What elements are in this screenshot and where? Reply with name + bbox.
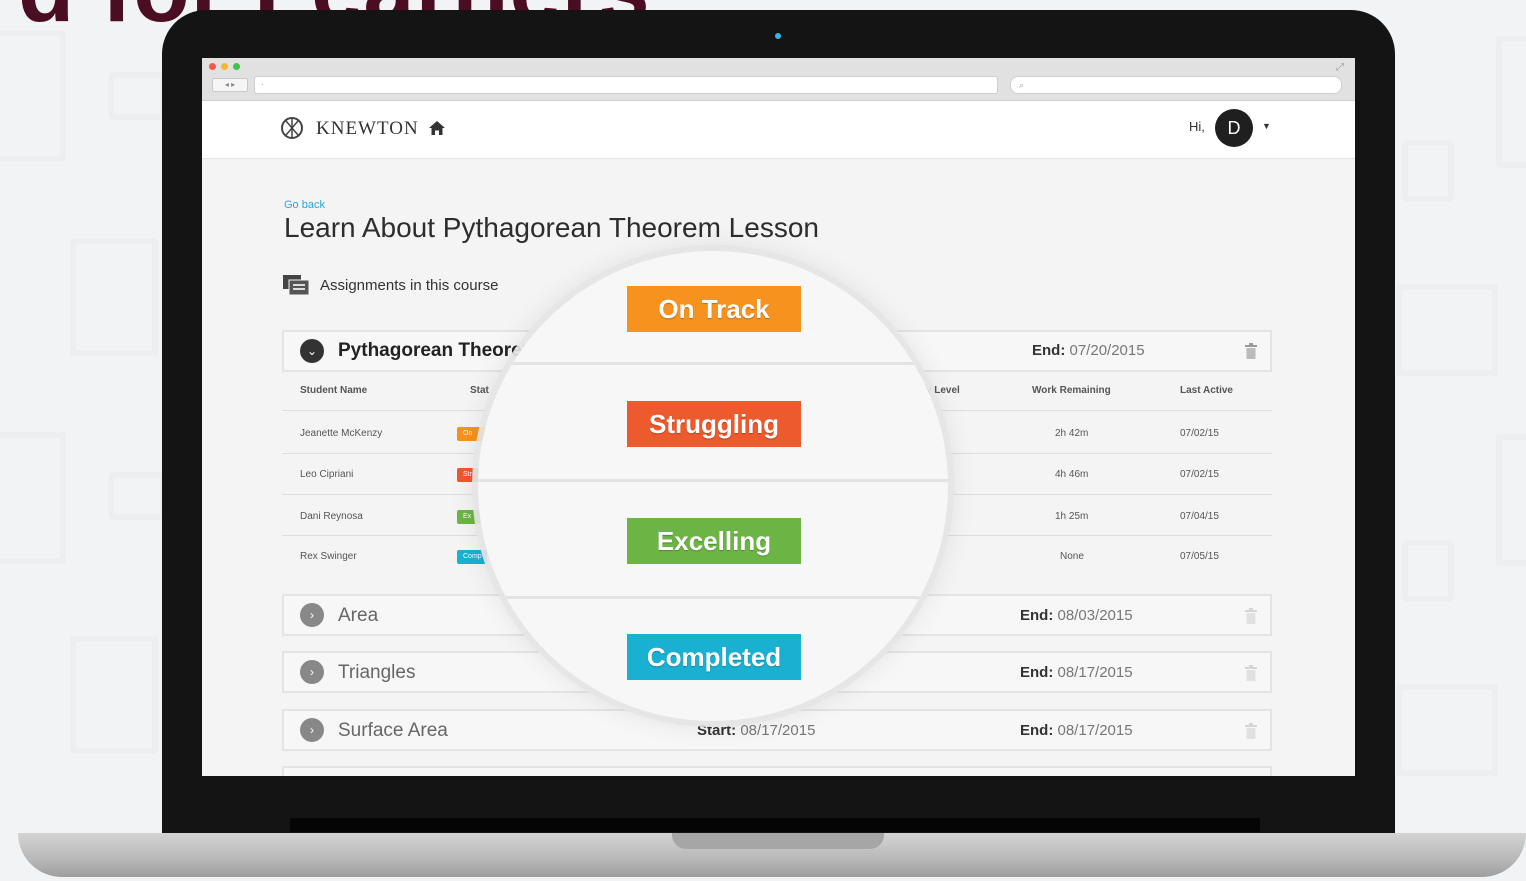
assignment-panel[interactable]: › Surface Area Start: 08/17/2015 End: 08…: [282, 709, 1272, 751]
end-label: End:: [1020, 664, 1054, 681]
divider: [478, 362, 948, 365]
chevron-down-icon[interactable]: ⌄: [300, 339, 324, 363]
column-header-last-active[interactable]: Last Active: [1180, 385, 1233, 396]
back-forward-buttons[interactable]: ◂ ▸: [212, 78, 248, 92]
divider: [478, 596, 948, 599]
last-active: 07/04/15: [1180, 511, 1219, 522]
folder-icon: [283, 275, 310, 296]
chevron-right-icon[interactable]: ›: [300, 603, 324, 627]
background-tile: [70, 636, 158, 754]
end-date: 07/20/2015: [1069, 342, 1145, 359]
chevron-down-icon[interactable]: ▼: [1262, 121, 1271, 131]
column-header-work-remaining[interactable]: Work Remaining: [1032, 385, 1111, 396]
trash-icon[interactable]: [1244, 343, 1258, 359]
column-header-student-name[interactable]: Student Name: [300, 385, 367, 396]
minimize-window-button[interactable]: [221, 63, 228, 70]
browser-search-bar[interactable]: ⌕: [1010, 76, 1342, 94]
assignment-end-date: End: 07/20/2015: [1032, 342, 1145, 359]
end-label: End:: [1020, 722, 1054, 739]
background-tile: [0, 30, 66, 162]
status-badge-struggling: Struggling: [627, 401, 801, 447]
status-badge-excelling: Excelling: [627, 518, 801, 564]
status-badge-on-track: On Track: [627, 286, 801, 332]
background-tile: [1402, 140, 1454, 202]
status-badge-completed: Completed: [627, 634, 801, 680]
user-greeting: Hi,: [1189, 119, 1205, 134]
student-name: Dani Reynosa: [300, 511, 363, 522]
status-magnifier: On Track Struggling Excelling Completed: [478, 251, 948, 721]
student-name: Rex Swinger: [300, 551, 357, 562]
work-remaining: None: [1060, 551, 1084, 562]
url-text: ·: [261, 79, 265, 90]
start-label: Start:: [697, 722, 737, 739]
background-tile: [108, 72, 166, 120]
start-date: 08/17/2015: [740, 722, 816, 739]
assignment-end-date: End: 08/17/2015: [1020, 664, 1133, 681]
assignment-title[interactable]: Area: [338, 605, 378, 627]
go-back-link[interactable]: Go back: [284, 199, 325, 211]
trash-icon[interactable]: [1244, 665, 1258, 681]
fullscreen-icon[interactable]: ⤢: [1336, 62, 1344, 73]
background-tile: [1396, 284, 1498, 376]
app-header: KNEWTON Hi, D ▼: [202, 101, 1355, 159]
laptop-hinge: [290, 818, 1260, 832]
maximize-window-button[interactable]: [233, 63, 240, 70]
search-icon: ⌕: [1019, 80, 1025, 90]
status-badge: Comp: [457, 550, 487, 564]
last-active: 07/02/15: [1180, 469, 1219, 480]
knewton-logo-icon: [281, 117, 303, 139]
assignment-panel[interactable]: [282, 766, 1272, 776]
work-remaining: 4h 46m: [1055, 469, 1089, 480]
background-tile: [0, 432, 66, 564]
assignment-title[interactable]: Surface Area: [338, 720, 448, 742]
assignments-label: Assignments in this course: [320, 277, 499, 294]
laptop-notch: [672, 833, 884, 849]
trash-icon[interactable]: [1244, 608, 1258, 624]
background-tile: [70, 238, 158, 356]
background-tile: [1396, 684, 1498, 776]
trash-icon[interactable]: [1244, 723, 1258, 739]
end-date: 08/03/2015: [1057, 607, 1133, 624]
logo-text[interactable]: KNEWTON: [316, 118, 419, 140]
end-label: End:: [1020, 607, 1054, 624]
home-icon[interactable]: [428, 119, 446, 137]
background-tile: [1496, 434, 1526, 566]
last-active: 07/02/15: [1180, 428, 1219, 439]
camera-icon: [775, 33, 781, 39]
end-label: End:: [1032, 342, 1066, 359]
student-name: Jeanette McKenzy: [300, 428, 383, 439]
chevron-right-icon[interactable]: ›: [300, 718, 324, 742]
lesson-title: Learn About Pythagorean Theorem Lesson: [284, 212, 819, 243]
assignment-title[interactable]: Triangles: [338, 662, 415, 684]
work-remaining: 2h 42m: [1055, 428, 1089, 439]
end-date: 08/17/2015: [1057, 722, 1133, 739]
divider: [478, 479, 948, 482]
last-active: 07/05/15: [1180, 551, 1219, 562]
assignment-title[interactable]: Pythagorean Theorem: [338, 340, 539, 362]
url-bar[interactable]: ·: [254, 76, 998, 94]
background-tile: [108, 472, 166, 520]
assignment-start-date: Start: 08/17/2015: [697, 722, 815, 739]
close-window-button[interactable]: [209, 63, 216, 70]
student-name: Leo Cipriani: [300, 469, 354, 480]
work-remaining: 1h 25m: [1055, 511, 1089, 522]
end-date: 08/17/2015: [1057, 664, 1133, 681]
avatar[interactable]: D: [1215, 109, 1253, 147]
column-header-status[interactable]: Stat: [470, 385, 489, 396]
background-tile: [1402, 540, 1454, 602]
assignment-end-date: End: 08/03/2015: [1020, 607, 1133, 624]
chevron-right-icon[interactable]: ›: [300, 660, 324, 684]
assignment-end-date: End: 08/17/2015: [1020, 722, 1133, 739]
browser-chrome: ◂ ▸ · ⌕ ⤢: [202, 58, 1355, 101]
background-tile: [1496, 36, 1526, 168]
